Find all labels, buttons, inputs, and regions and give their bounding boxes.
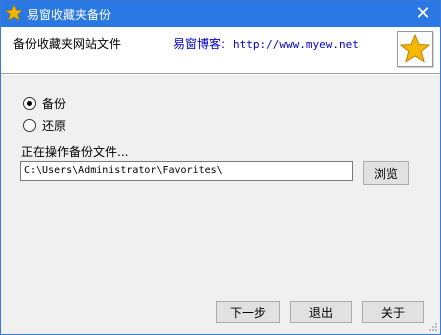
star-icon — [399, 33, 431, 63]
backup-radio-option[interactable]: 备份 — [23, 95, 66, 112]
next-button[interactable]: 下一步 — [216, 301, 280, 323]
backup-radio[interactable] — [23, 97, 36, 110]
header-subtitle: 备份收藏夹网站文件 — [13, 37, 122, 51]
exit-button[interactable]: 退出 — [290, 301, 352, 323]
browse-button[interactable]: 浏览 — [363, 161, 409, 185]
restore-radio-option[interactable]: 还原 — [23, 117, 66, 134]
blog-link[interactable]: 易窗博客: http://www.myew.net — [173, 35, 359, 52]
path-input[interactable]: C:\Users\Administrator\Favorites\ — [20, 161, 353, 181]
star-icon — [5, 4, 23, 22]
resize-grip-icon[interactable] — [428, 322, 438, 332]
window-title: 易窗收藏夹备份 — [27, 8, 112, 22]
blog-link-url[interactable]: http://www.myew.net — [233, 38, 359, 51]
about-button[interactable]: 关于 — [362, 301, 424, 323]
logo-box — [397, 31, 433, 67]
title-bar: 易窗收藏夹备份 ✕ — [1, 1, 440, 27]
header-panel: 备份收藏夹网站文件 易窗博客: http://www.myew.net — [1, 27, 440, 73]
backup-radio-label[interactable]: 备份 — [42, 95, 66, 112]
close-icon: ✕ — [415, 3, 431, 24]
status-text: 正在操作备份文件... — [21, 145, 129, 159]
close-button[interactable]: ✕ — [406, 1, 440, 27]
app-window: 易窗收藏夹备份 ✕ 备份收藏夹网站文件 易窗博客: http://www.myew… — [0, 0, 441, 335]
blog-link-label: 易窗博客: — [173, 37, 226, 51]
restore-radio-label[interactable]: 还原 — [42, 117, 66, 134]
header-divider-highlight — [1, 74, 440, 75]
restore-radio[interactable] — [23, 119, 36, 132]
